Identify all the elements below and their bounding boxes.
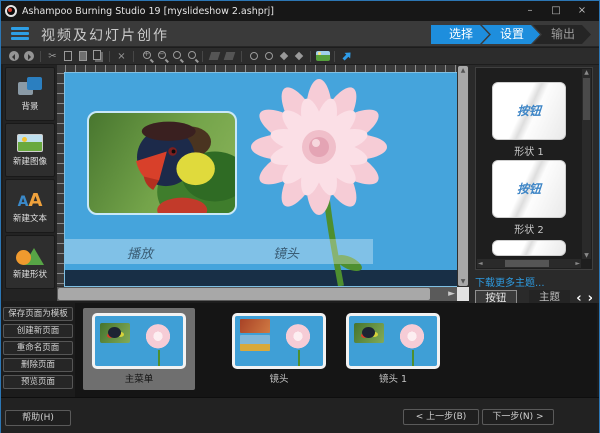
step-select[interactable]: 选择 [431,25,489,44]
align-vertical-icon[interactable] [291,50,306,63]
horizontal-ruler [65,65,457,73]
page-thumbnail [92,313,186,369]
parrot-image [89,113,235,213]
ruler-corner [57,65,65,73]
theme-panel: 按钮 形状 1 按钮 形状 2 ◄► 下载更多主题... 按钮 主题 ‹ › [469,65,599,311]
step-output[interactable]: 输出 [533,25,591,44]
create-new-page-button[interactable]: 创建新页面 [3,324,73,338]
new-image-tool-button[interactable]: 新建图像 [5,123,55,177]
preview-page-button[interactable]: 预览页面 [3,375,73,389]
canvas-vertical-scrollbar[interactable] [457,65,469,287]
shape-thumbnail-1[interactable]: 按钮 [492,82,566,140]
close-button[interactable]: × [569,2,595,20]
zoom-original-icon[interactable] [168,50,183,63]
delete-icon[interactable]: × [114,50,129,63]
shape-thumbnail-3-partial[interactable] [492,240,566,256]
shape-thumbnail-2[interactable]: 按钮 [492,160,566,218]
minimize-button[interactable]: – [517,2,543,20]
page-title: 视频及幻灯片创作 [41,25,169,45]
rotate-left-icon[interactable] [207,50,222,63]
wizard-steps: 选择 设置 输出 [431,25,591,44]
new-text-tool-button[interactable]: AA 新建文本 [5,179,55,233]
next-button[interactable]: 下一步(N) > [482,409,554,425]
zoom-fit-icon[interactable] [183,50,198,63]
align-horizontal-icon[interactable] [276,50,291,63]
rename-page-button[interactable]: 重命名页面 [3,341,73,355]
cut-icon[interactable]: ✂ [45,50,60,63]
title-bar: Ashampoo Burning Studio 19 [myslideshow … [1,1,599,21]
window-title: Ashampoo Burning Studio 19 [myslideshow … [22,6,517,17]
new-text-icon: AA [16,189,44,209]
shape-list-vertical-scrollbar[interactable] [582,69,591,259]
duplicate-icon[interactable] [90,50,105,63]
new-shape-tool-button[interactable]: 新建形状 [5,235,55,289]
select-pointer-icon[interactable] [339,50,354,63]
page-label: 主菜单 [83,371,195,385]
step-settings[interactable]: 设置 [482,25,540,44]
header-bar: 视频及幻灯片创作 选择 设置 输出 [1,21,599,47]
menu-button-band: 播放 镜头 [65,239,373,264]
copy-icon[interactable] [60,50,75,63]
mini-parrot-image [354,323,384,343]
shape-list-horizontal-scrollbar[interactable]: ◄► [477,259,581,268]
vertical-ruler [57,73,65,286]
shape-name-1: 形状 1 [476,143,582,158]
insert-image-icon[interactable] [315,50,330,63]
toolbar: ✂ × + − [1,48,599,64]
page-label: 镜头 1 [337,371,449,385]
footer-bar: 帮助(H) < 上一步(B) 下一步(N) > [1,397,599,433]
circle-tool-icon[interactable] [246,50,261,63]
mini-field-image [240,335,270,351]
undo-icon[interactable] [6,50,21,63]
new-image-icon [17,134,43,152]
page-thumbnail [232,313,326,369]
shape-list: 按钮 形状 1 按钮 形状 2 ◄► [475,67,593,270]
page-label: 镜头 [223,371,335,385]
object-tools-panel: 背景 新建图像 AA 新建文本 新建形状 [3,65,57,301]
delete-page-button[interactable]: 删除页面 [3,358,73,372]
hamburger-menu-icon[interactable] [11,27,29,41]
pages-section: 保存页面为模板 创建新页面 重命名页面 删除页面 预览页面 主菜单 [1,303,599,397]
page-item-scene[interactable]: 镜头 [223,308,335,390]
shape-name-2: 形状 2 [476,221,582,236]
download-themes-link[interactable]: 下载更多主题... [475,274,545,289]
canvas-horizontal-scrollbar[interactable]: ► [57,287,457,301]
app-window: Ashampoo Burning Studio 19 [myslideshow … [0,0,600,433]
canvas-zone: 播放 镜头 ► [57,65,469,301]
help-button[interactable]: 帮助(H) [5,410,71,426]
save-page-as-template-button[interactable]: 保存页面为模板 [3,307,73,321]
back-button[interactable]: < 上一步(B) [403,409,479,425]
background-icon [18,77,42,97]
mini-canyon-image [240,319,270,333]
page-item-main-menu[interactable]: 主菜单 [83,308,195,390]
scene-menu-button[interactable]: 镜头 [273,243,299,262]
new-shape-icon [16,245,44,265]
background-tool-button[interactable]: 背景 [5,67,55,121]
app-logo-icon [5,5,17,17]
menu-page-canvas[interactable]: 播放 镜头 [65,73,457,286]
rotate-right-icon[interactable] [222,50,237,63]
scrollbar-corner [457,287,469,301]
paste-icon[interactable] [75,50,90,63]
scroll-right-arrow-icon[interactable]: ► [448,288,455,300]
zoom-in-icon[interactable]: + [138,50,153,63]
page-actions-column: 保存页面为模板 创建新页面 重命名页面 删除页面 预览页面 [3,307,73,392]
circle-tool-alt-icon[interactable] [261,50,276,63]
page-thumbnail [346,313,440,369]
zoom-out-icon[interactable]: − [153,50,168,63]
parrot-photo[interactable] [87,111,237,215]
redo-icon[interactable] [21,50,36,63]
page-item-scene-1[interactable]: 镜头 1 [337,308,449,390]
maximize-button[interactable]: □ [543,2,569,20]
page-thumbnail-strip: 主菜单 镜头 [75,303,597,397]
play-menu-button[interactable]: 播放 [127,243,153,262]
mini-parrot-image [100,323,130,343]
